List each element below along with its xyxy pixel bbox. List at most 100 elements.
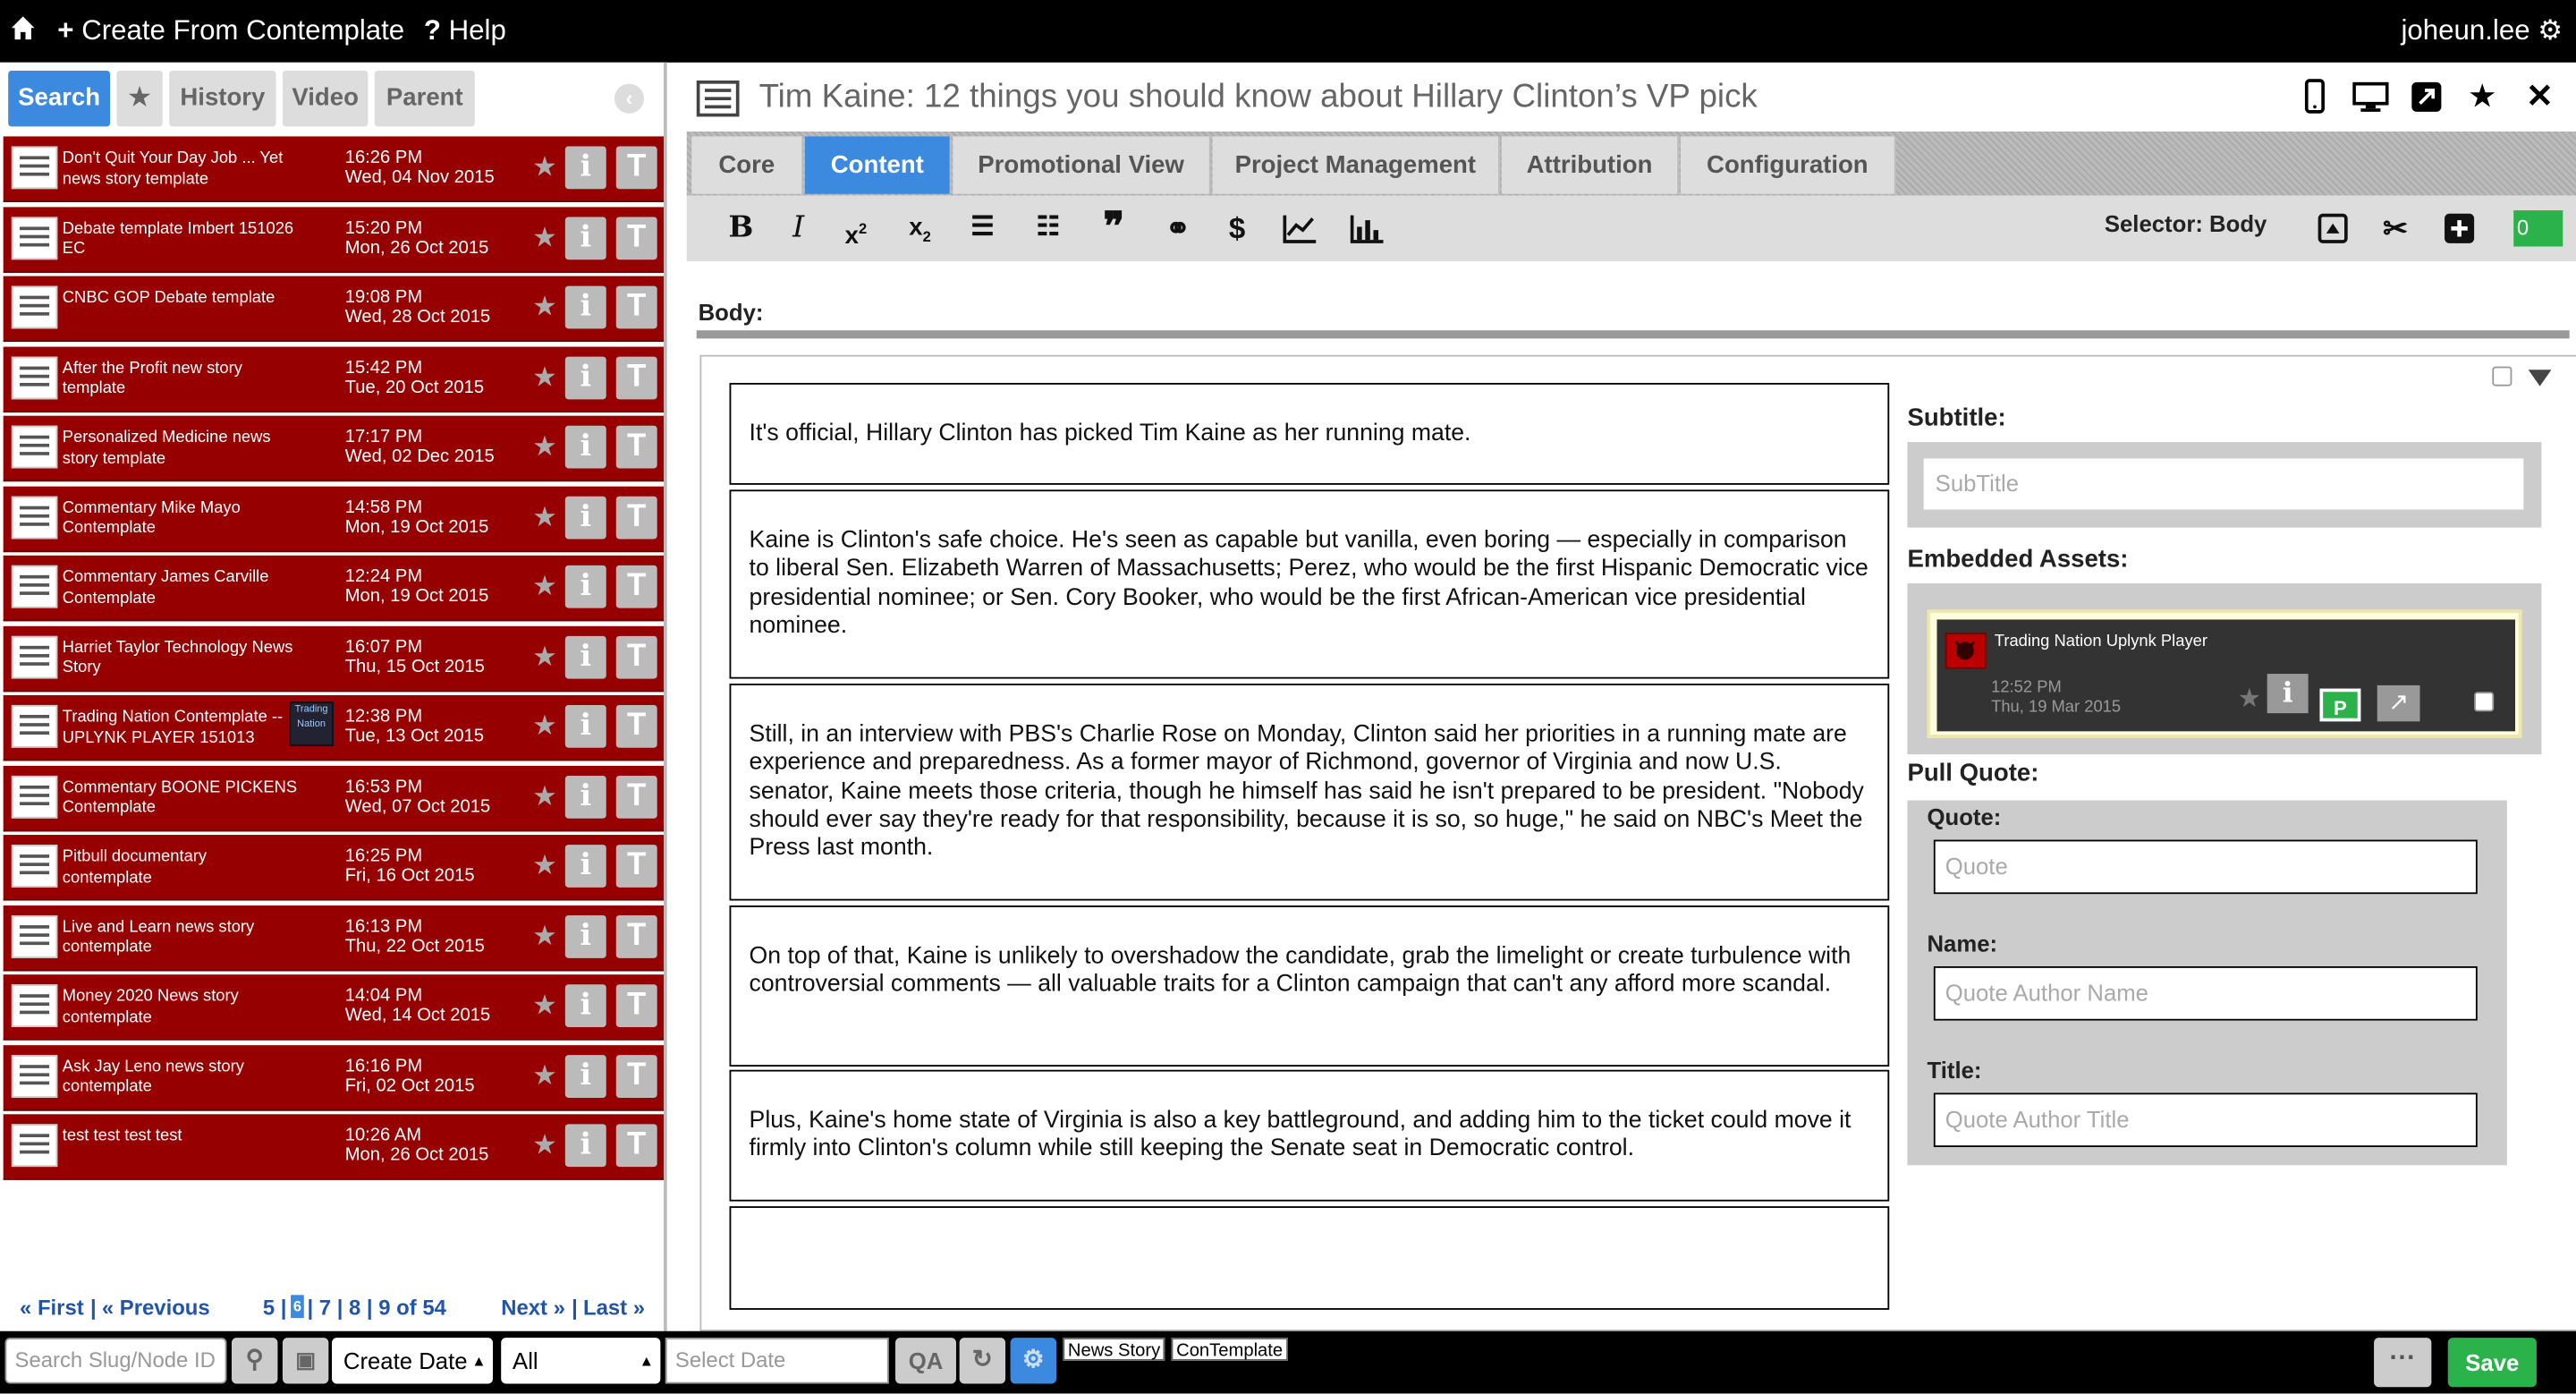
info-icon[interactable]: i — [564, 565, 606, 608]
info-icon[interactable]: i — [564, 984, 606, 1027]
dollar-icon[interactable]: $ — [1217, 210, 1257, 246]
info-icon[interactable]: i — [564, 216, 606, 259]
list-item[interactable]: CNBC GOP Debate template 19:08 PM Wed, 28 … — [3, 276, 665, 343]
template-icon[interactable]: T — [615, 355, 657, 399]
tab-parent[interactable]: Parent — [374, 70, 475, 127]
paragraph-block-empty[interactable] — [729, 1206, 1890, 1310]
star-icon[interactable]: ★ — [532, 921, 557, 948]
mobile-preview-icon[interactable] — [2297, 79, 2333, 115]
paragraph-block[interactable]: On top of that, Kaine is unlikely to ove… — [729, 905, 1890, 1067]
pager-last[interactable]: Last » — [583, 1295, 645, 1320]
unordered-list-icon[interactable]: ☷ — [1029, 210, 1068, 246]
quote-author-title-input[interactable]: Quote Author Title — [1933, 1092, 2478, 1148]
star-icon[interactable]: ★ — [532, 711, 557, 739]
star-icon[interactable]: ★ — [532, 153, 557, 181]
template-icon[interactable]: T — [615, 146, 657, 190]
star-icon[interactable]: ★ — [532, 293, 557, 320]
tab-favorites[interactable]: ★ — [116, 70, 163, 127]
qa-button[interactable]: QA — [895, 1338, 956, 1384]
template-icon[interactable]: T — [615, 565, 657, 608]
tab-content[interactable]: Content — [805, 136, 952, 194]
paragraph-block[interactable]: Plus, Kaine's home state of Virginia is … — [729, 1069, 1890, 1202]
star-icon[interactable]: ★ — [532, 642, 557, 669]
date-input[interactable]: Select Date — [665, 1338, 889, 1384]
close-icon[interactable]: ✕ — [2521, 79, 2557, 115]
help-link[interactable]: ? Help — [424, 15, 506, 48]
line-chart-icon[interactable] — [1280, 210, 1319, 246]
list-item[interactable]: Personalized Medicine news story templat… — [3, 415, 665, 482]
pager-first[interactable]: « First — [20, 1295, 84, 1320]
sort-select[interactable]: Create Date▲▼ — [332, 1338, 494, 1384]
info-icon[interactable]: i — [564, 704, 606, 748]
home-icon[interactable] — [10, 15, 36, 41]
template-icon[interactable]: T — [615, 984, 657, 1027]
create-from-contemplate-link[interactable]: + Create From Contemplate — [57, 15, 404, 48]
list-item[interactable]: Commentary James Carville Contemplate 12:… — [3, 555, 665, 622]
tab-attribution[interactable]: Attribution — [1501, 136, 1680, 194]
pager-next[interactable]: Next » — [501, 1295, 565, 1320]
info-icon[interactable]: i — [564, 775, 606, 818]
ordered-list-icon[interactable]: ☰ — [962, 210, 1002, 246]
template-icon[interactable]: T — [615, 285, 657, 329]
search-icon[interactable]: ⚲ — [231, 1338, 278, 1384]
superscript-icon[interactable]: x2 — [836, 210, 876, 250]
star-icon[interactable]: ★ — [532, 572, 557, 599]
list-item[interactable]: test test test test 10:26 AM Mon, 26 Oct 2… — [3, 1114, 665, 1180]
star-icon[interactable]: ★ — [2464, 79, 2500, 115]
paragraph-block[interactable]: It's official, Hillary Clinton has picke… — [729, 382, 1890, 485]
quote-icon[interactable]: ❞ — [1094, 208, 1133, 247]
list-item[interactable]: Trading Nation Contemplate -- UPLYNK PLA… — [3, 694, 665, 761]
tab-configuration[interactable]: Configuration — [1680, 136, 1896, 194]
bar-chart-icon[interactable] — [1347, 210, 1386, 246]
list-item[interactable]: Don't Quit Your Day Job ... Yet news sto… — [3, 136, 665, 202]
info-icon[interactable]: i — [564, 146, 606, 190]
italic-icon[interactable]: I — [779, 210, 818, 246]
link-icon[interactable]: ⚭ — [1158, 210, 1198, 246]
tab-promotional-view[interactable]: Promotional View — [953, 136, 1211, 194]
list-item[interactable]: Pitbull documentary contemplate 16:25 PM F… — [3, 835, 665, 901]
template-icon[interactable]: T — [615, 914, 657, 957]
tag-contemplate[interactable]: ConTemplate — [1171, 1338, 1288, 1361]
more-button[interactable]: ··· — [2374, 1338, 2432, 1388]
subscript-icon[interactable]: x2 — [901, 210, 940, 246]
info-icon[interactable]: i — [564, 285, 606, 329]
list-item[interactable]: Harriet Taylor Technology News Story 16:0… — [3, 625, 665, 692]
star-icon[interactable]: ★ — [532, 223, 557, 251]
asset-star-icon[interactable]: ★ — [2238, 682, 2261, 715]
refresh-icon[interactable]: ↻ — [959, 1338, 1006, 1384]
list-item[interactable]: Debate template Imbert 151026 EC 15:20 PM… — [3, 206, 665, 272]
open-external-icon[interactable] — [2409, 79, 2445, 115]
template-icon[interactable]: T — [615, 634, 657, 678]
info-icon[interactable]: i — [564, 845, 606, 888]
pager-pages-after[interactable]: | 7 | 8 | 9 of 54 — [307, 1295, 445, 1320]
asset-checkbox[interactable] — [2474, 692, 2495, 712]
star-icon[interactable]: ★ — [532, 851, 557, 879]
star-icon[interactable]: ★ — [532, 362, 557, 390]
collapse-triangle-icon[interactable] — [2528, 370, 2552, 387]
desktop-preview-icon[interactable] — [2352, 79, 2389, 115]
tag-news-story[interactable]: News Story — [1063, 1338, 1165, 1361]
star-icon[interactable]: ★ — [532, 432, 557, 460]
star-icon[interactable]: ★ — [532, 991, 557, 1019]
star-icon[interactable]: ★ — [532, 502, 557, 530]
filter-select[interactable]: All▲▼ — [501, 1338, 661, 1384]
tab-video[interactable]: Video — [282, 70, 369, 127]
asset-publish-button[interactable]: P — [2319, 688, 2361, 722]
pager-previous[interactable]: « Previous — [102, 1295, 210, 1320]
template-icon[interactable]: T — [615, 704, 657, 748]
info-icon[interactable]: i — [564, 914, 606, 957]
asset-info-icon[interactable]: i — [2267, 674, 2309, 714]
info-icon[interactable]: i — [564, 1124, 606, 1168]
collapse-panel-icon[interactable]: ‹ — [614, 83, 645, 114]
bold-icon[interactable]: B — [721, 210, 760, 246]
search-input[interactable]: Search Slug/Node ID — [4, 1338, 227, 1384]
subtitle-input[interactable]: SubTitle — [1923, 458, 2524, 510]
star-icon[interactable]: ★ — [532, 1061, 557, 1089]
info-icon[interactable]: i — [564, 634, 606, 678]
scissors-icon[interactable]: ✂ — [2376, 210, 2415, 246]
quote-input[interactable]: Quote — [1933, 839, 2478, 895]
info-icon[interactable]: i — [564, 425, 606, 469]
star-icon[interactable]: ★ — [532, 1131, 557, 1159]
list-item[interactable]: Money 2020 News story contemplate 14:04 P… — [3, 974, 665, 1041]
list-item[interactable]: Commentary BOONE PICKENS Contemplate 16:5… — [3, 765, 665, 831]
